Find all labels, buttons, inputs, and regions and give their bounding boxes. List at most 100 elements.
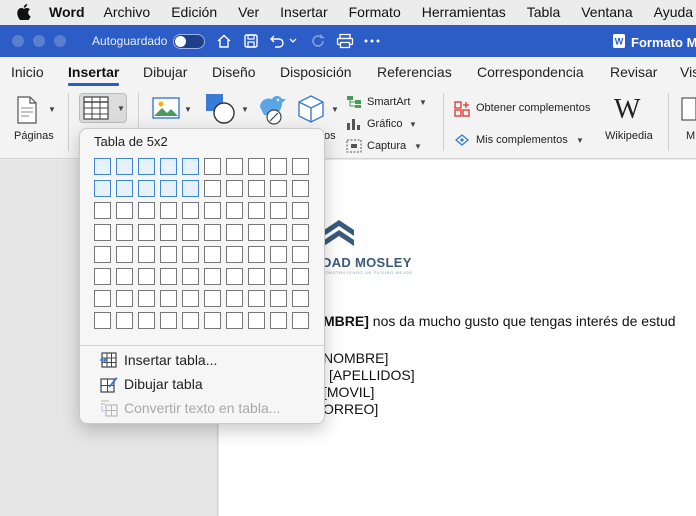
tab-correspondencia[interactable]: Correspondencia: [477, 64, 584, 80]
screenshot-icon[interactable]: [346, 139, 362, 156]
field-mobile[interactable]: [MOVIL]: [323, 384, 374, 400]
menu-ver[interactable]: Ver: [238, 4, 259, 20]
table-grid-cell[interactable]: [248, 180, 265, 197]
table-grid-cell[interactable]: [182, 246, 199, 263]
table-grid-cell[interactable]: [160, 158, 177, 175]
table-grid-cell[interactable]: [270, 246, 287, 263]
screenshot-label[interactable]: Captura: [367, 140, 406, 152]
table-grid-cell[interactable]: [116, 180, 133, 197]
undo-dropdown-chevron-icon[interactable]: [287, 31, 299, 51]
table-grid-cell[interactable]: [226, 268, 243, 285]
table-grid-cell[interactable]: [160, 312, 177, 329]
table-grid-cell[interactable]: [248, 224, 265, 241]
media-icon[interactable]: [681, 97, 696, 124]
minimize-window-button[interactable]: [33, 35, 45, 47]
table-grid-cell[interactable]: [182, 224, 199, 241]
table-grid-cell[interactable]: [116, 246, 133, 263]
table-grid-cell[interactable]: [138, 202, 155, 219]
wikipedia-label[interactable]: Wikipedia: [605, 130, 653, 142]
table-grid-cell[interactable]: [204, 202, 221, 219]
table-grid-cell[interactable]: [94, 268, 111, 285]
table-grid-cell[interactable]: [94, 180, 111, 197]
table-grid-cell[interactable]: [248, 246, 265, 263]
tab-diseno[interactable]: Diseño: [212, 64, 256, 80]
table-grid-cell[interactable]: [292, 180, 309, 197]
table-grid-cell[interactable]: [292, 268, 309, 285]
autosave-toggle[interactable]: [173, 34, 205, 49]
chart-label[interactable]: Gráfico: [367, 118, 402, 130]
table-grid-cell[interactable]: [94, 202, 111, 219]
my-addins-icon[interactable]: [454, 133, 470, 150]
table-grid-cell[interactable]: [138, 180, 155, 197]
undo-icon[interactable]: [267, 31, 287, 51]
table-grid-cell[interactable]: [204, 246, 221, 263]
table-grid-cell[interactable]: [138, 246, 155, 263]
tab-disposicion[interactable]: Disposición: [280, 64, 352, 80]
table-grid-cell[interactable]: [116, 312, 133, 329]
table-grid-cell[interactable]: [292, 246, 309, 263]
table-grid-cell[interactable]: [182, 290, 199, 307]
menu-formato[interactable]: Formato: [349, 4, 401, 20]
screenshot-dropdown-chevron-icon[interactable]: ▼: [414, 142, 422, 151]
zoom-window-button[interactable]: [54, 35, 66, 47]
table-grid-cell[interactable]: [160, 180, 177, 197]
table-grid-cell[interactable]: [182, 268, 199, 285]
smartart-dropdown-chevron-icon[interactable]: ▼: [419, 98, 427, 107]
menu-ayuda[interactable]: Ayuda: [654, 4, 693, 20]
table-grid-cell[interactable]: [182, 312, 199, 329]
table-grid-cell[interactable]: [226, 180, 243, 197]
table-grid-cell[interactable]: [116, 224, 133, 241]
table-grid-cell[interactable]: [292, 290, 309, 307]
table-grid-cell[interactable]: [226, 224, 243, 241]
table-grid-cell[interactable]: [248, 290, 265, 307]
table-grid-cell[interactable]: [160, 290, 177, 307]
close-window-button[interactable]: [12, 35, 24, 47]
table-grid-cell[interactable]: [248, 202, 265, 219]
menu-herramientas[interactable]: Herramientas: [422, 4, 506, 20]
pages-dropdown-chevron-icon[interactable]: ▼: [48, 105, 56, 114]
shapes-dropdown-chevron-icon[interactable]: ▼: [241, 105, 249, 114]
table-grid-cell[interactable]: [292, 224, 309, 241]
tab-revisar[interactable]: Revisar: [610, 64, 657, 80]
table-grid-cell[interactable]: [182, 158, 199, 175]
table-grid-cell[interactable]: [270, 268, 287, 285]
table-size-grid[interactable]: [94, 158, 309, 329]
tab-insertar[interactable]: Insertar: [68, 64, 120, 86]
tab-referencias[interactable]: Referencias: [377, 64, 452, 80]
table-grid-cell[interactable]: [270, 202, 287, 219]
my-addins-dropdown-chevron-icon[interactable]: ▼: [576, 136, 584, 145]
pages-icon[interactable]: [16, 96, 38, 127]
convert-text-to-table-menu-item[interactable]: Convertir texto en tabla...: [100, 398, 280, 418]
print-icon[interactable]: [335, 31, 355, 51]
field-email[interactable]: ORREO]: [323, 401, 378, 417]
picture-dropdown-chevron-icon[interactable]: ▼: [184, 105, 192, 114]
menu-archivo[interactable]: Archivo: [104, 4, 151, 20]
more-options-icon[interactable]: [362, 31, 382, 51]
table-grid-cell[interactable]: [204, 312, 221, 329]
document-paragraph[interactable]: MBRE] nos da mucho gusto que tengas inte…: [323, 313, 676, 329]
menu-tabla[interactable]: Tabla: [527, 4, 560, 20]
table-grid-cell[interactable]: [248, 312, 265, 329]
tab-dibujar[interactable]: Dibujar: [143, 64, 187, 80]
table-grid-cell[interactable]: [270, 158, 287, 175]
table-grid-cell[interactable]: [160, 202, 177, 219]
table-grid-cell[interactable]: [138, 268, 155, 285]
table-grid-cell[interactable]: [138, 224, 155, 241]
redo-icon[interactable]: [308, 31, 328, 51]
3d-models-icon[interactable]: [297, 94, 325, 127]
table-grid-cell[interactable]: [116, 268, 133, 285]
table-grid-cell[interactable]: [94, 312, 111, 329]
insert-table-menu-item[interactable]: Insertar tabla...: [100, 350, 217, 370]
table-grid-cell[interactable]: [226, 290, 243, 307]
table-grid-cell[interactable]: [270, 290, 287, 307]
table-grid-cell[interactable]: [292, 158, 309, 175]
table-grid-cell[interactable]: [270, 180, 287, 197]
smartart-label[interactable]: SmartArt: [367, 96, 410, 108]
table-grid-cell[interactable]: [160, 246, 177, 263]
table-button[interactable]: ▼: [79, 93, 127, 123]
table-grid-cell[interactable]: [94, 246, 111, 263]
save-icon[interactable]: [241, 31, 261, 51]
table-grid-cell[interactable]: [204, 290, 221, 307]
smartart-icon[interactable]: [346, 95, 362, 112]
table-grid-cell[interactable]: [182, 180, 199, 197]
